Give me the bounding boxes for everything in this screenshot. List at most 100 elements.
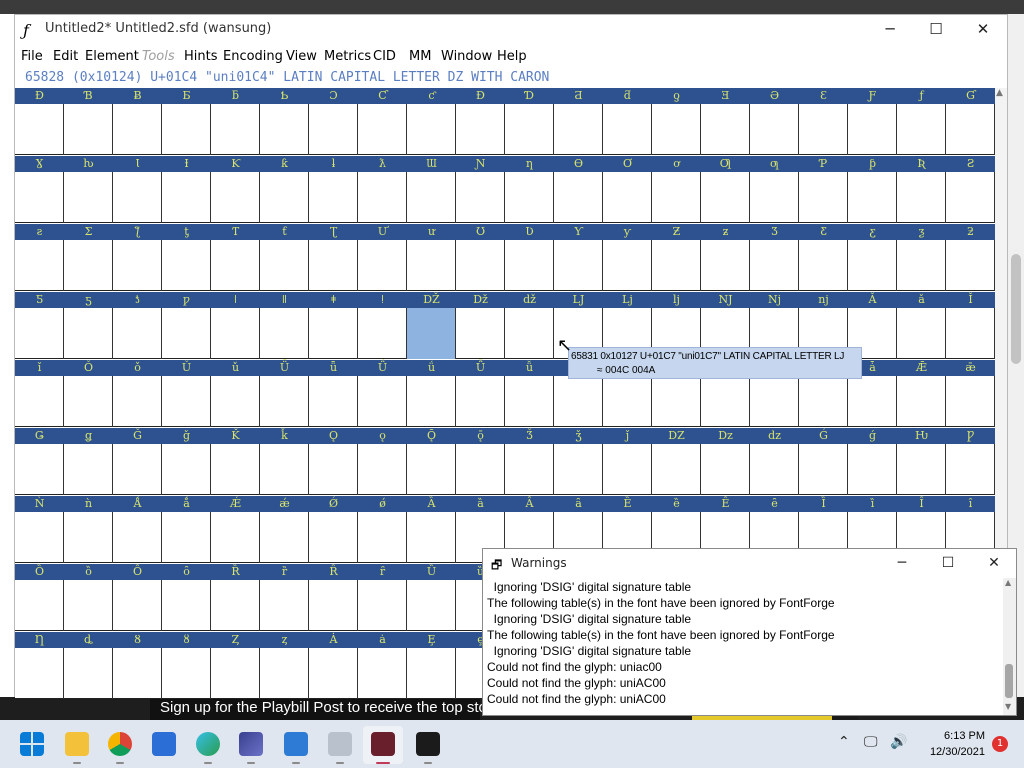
glyph-cell[interactable] bbox=[15, 512, 64, 563]
glyph-cell[interactable] bbox=[456, 376, 505, 427]
glyph-cell[interactable] bbox=[701, 376, 750, 427]
glyph-cell[interactable] bbox=[64, 376, 113, 427]
glyph-cell[interactable] bbox=[848, 104, 897, 155]
glyph-cell[interactable] bbox=[15, 104, 64, 155]
glyph-cell[interactable] bbox=[701, 172, 750, 223]
glyph-cell[interactable] bbox=[456, 444, 505, 495]
glyph-cell[interactable] bbox=[260, 376, 309, 427]
glyph-cell[interactable] bbox=[211, 308, 260, 359]
glyph-cell[interactable] bbox=[309, 308, 358, 359]
scroll-up-icon[interactable]: ▲ bbox=[996, 88, 1003, 98]
glyph-cell[interactable] bbox=[750, 376, 799, 427]
start-button[interactable] bbox=[12, 726, 52, 764]
glyph-cell[interactable] bbox=[505, 172, 554, 223]
glyph-cell[interactable] bbox=[358, 240, 407, 291]
maximize-button[interactable]: ☐ bbox=[913, 15, 959, 44]
glyph-cell[interactable] bbox=[64, 172, 113, 223]
menu-metrics[interactable]: Metrics bbox=[324, 49, 371, 64]
glyph-cell[interactable] bbox=[407, 512, 456, 563]
glyph-cell[interactable] bbox=[603, 172, 652, 223]
glyph-cell[interactable] bbox=[946, 172, 995, 223]
warnings-maximize-button[interactable]: ☐ bbox=[925, 549, 971, 578]
glyph-cell[interactable] bbox=[309, 172, 358, 223]
glyph-cell[interactable] bbox=[211, 240, 260, 291]
glyph-cell[interactable] bbox=[260, 172, 309, 223]
network-icon[interactable]: 🖵 bbox=[864, 734, 878, 750]
glyph-cell[interactable] bbox=[701, 240, 750, 291]
glyph-cell[interactable] bbox=[750, 240, 799, 291]
glyph-cell[interactable] bbox=[897, 172, 946, 223]
menu-mm[interactable]: MM bbox=[409, 49, 431, 64]
glyph-cell[interactable] bbox=[407, 240, 456, 291]
glyph-cell[interactable] bbox=[799, 104, 848, 155]
glyph-cell[interactable] bbox=[260, 580, 309, 631]
glyph-cell[interactable] bbox=[260, 648, 309, 699]
glyph-cell[interactable] bbox=[113, 512, 162, 563]
glyph-cell[interactable] bbox=[64, 240, 113, 291]
glyph-cell[interactable] bbox=[554, 376, 603, 427]
taskbar-app-box[interactable] bbox=[320, 726, 360, 764]
glyph-cell[interactable] bbox=[15, 376, 64, 427]
glyph-cell[interactable] bbox=[750, 104, 799, 155]
glyph-cell[interactable] bbox=[897, 376, 946, 427]
glyph-cell[interactable] bbox=[603, 240, 652, 291]
warnings-scrollbar[interactable]: ▲ ▼ bbox=[1003, 578, 1016, 715]
glyph-cell[interactable] bbox=[113, 308, 162, 359]
taskbar-edge[interactable] bbox=[188, 726, 228, 764]
glyph-cell[interactable] bbox=[946, 444, 995, 495]
glyph-cell[interactable] bbox=[162, 648, 211, 699]
menu-file[interactable]: File bbox=[21, 49, 43, 64]
scroll-down-icon[interactable]: ▼ bbox=[1005, 702, 1011, 711]
glyph-cell[interactable] bbox=[505, 308, 554, 359]
glyph-cell[interactable] bbox=[358, 648, 407, 699]
glyph-cell[interactable] bbox=[162, 512, 211, 563]
glyph-cell[interactable] bbox=[162, 580, 211, 631]
glyph-cell[interactable] bbox=[15, 240, 64, 291]
glyph-cell[interactable] bbox=[554, 444, 603, 495]
glyph-cell[interactable] bbox=[309, 444, 358, 495]
glyph-cell[interactable] bbox=[64, 444, 113, 495]
close-button[interactable]: ✕ bbox=[960, 15, 1006, 44]
glyph-cell[interactable] bbox=[113, 444, 162, 495]
glyph-cell[interactable] bbox=[456, 308, 505, 359]
glyph-cell[interactable] bbox=[64, 648, 113, 699]
glyph-cell[interactable] bbox=[358, 376, 407, 427]
glyph-cell[interactable] bbox=[799, 376, 848, 427]
glyph-cell[interactable] bbox=[113, 376, 162, 427]
glyph-cell[interactable] bbox=[505, 240, 554, 291]
glyph-cell[interactable] bbox=[15, 648, 64, 699]
warnings-titlebar[interactable]: 🗗 Warnings ─ ☐ ✕ bbox=[483, 549, 1016, 578]
glyph-cell[interactable] bbox=[113, 172, 162, 223]
glyph-cell[interactable] bbox=[358, 444, 407, 495]
glyph-cell[interactable] bbox=[897, 308, 946, 359]
menu-tools[interactable]: Tools bbox=[142, 49, 175, 64]
titlebar[interactable]: ƒ Untitled2* Untitled2.sfd (wansung) ─ ☐… bbox=[15, 15, 1007, 44]
glyph-cell[interactable] bbox=[162, 444, 211, 495]
glyph-cell[interactable] bbox=[848, 240, 897, 291]
glyph-cell[interactable] bbox=[946, 308, 995, 359]
glyph-cell[interactable] bbox=[897, 104, 946, 155]
glyph-cell[interactable] bbox=[162, 104, 211, 155]
menu-element[interactable]: Element bbox=[85, 49, 139, 64]
volume-icon[interactable]: 🔊 bbox=[890, 734, 907, 750]
glyph-cell[interactable] bbox=[554, 240, 603, 291]
glyph-cell[interactable] bbox=[456, 172, 505, 223]
glyph-cell[interactable] bbox=[505, 376, 554, 427]
glyph-cell[interactable] bbox=[848, 172, 897, 223]
chevron-up-icon[interactable]: ⌃ bbox=[838, 734, 850, 750]
warnings-close-button[interactable]: ✕ bbox=[971, 549, 1017, 578]
glyph-cell[interactable] bbox=[799, 240, 848, 291]
glyph-cell[interactable] bbox=[211, 580, 260, 631]
glyph-cell[interactable] bbox=[309, 104, 358, 155]
glyph-cell[interactable] bbox=[211, 104, 260, 155]
glyph-cell[interactable] bbox=[897, 444, 946, 495]
glyph-cell[interactable] bbox=[64, 308, 113, 359]
glyph-cell[interactable] bbox=[750, 172, 799, 223]
glyph-cell[interactable] bbox=[260, 308, 309, 359]
taskbar-terminal[interactable] bbox=[408, 726, 448, 764]
glyph-cell[interactable] bbox=[309, 512, 358, 563]
menu-hints[interactable]: Hints bbox=[184, 49, 218, 64]
glyph-cell[interactable] bbox=[64, 512, 113, 563]
glyph-cell[interactable] bbox=[456, 240, 505, 291]
glyph-cell[interactable] bbox=[162, 240, 211, 291]
